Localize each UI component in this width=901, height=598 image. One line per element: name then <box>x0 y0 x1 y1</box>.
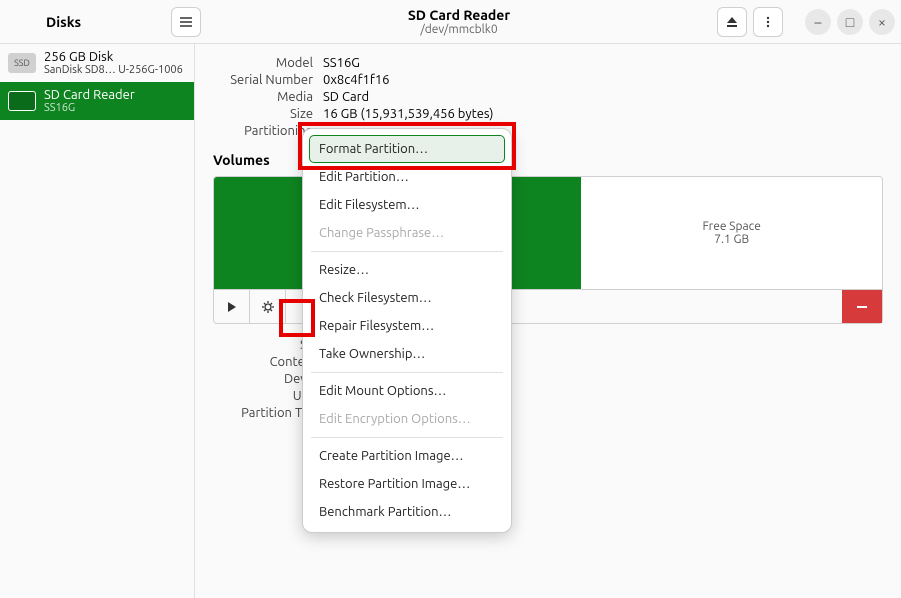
device-title: SD Card Reader <box>201 7 717 23</box>
menu-create-partition-image[interactable]: Create Partition Image… <box>309 442 505 470</box>
ssd-icon: SSD <box>8 53 36 73</box>
menu-format-partition[interactable]: Format Partition… <box>309 135 505 163</box>
kebab-button[interactable] <box>753 7 783 37</box>
sidebar-item-title: SD Card Reader <box>44 88 135 102</box>
sidebar: SSD 256 GB Disk SanDisk SD8… U-256G-1006… <box>0 44 195 598</box>
free-space-size: 7.1 GB <box>714 233 749 246</box>
value-model: SS16G <box>323 56 883 70</box>
sidebar-item-title: 256 GB Disk <box>44 50 183 64</box>
menu-edit-partition[interactable]: Edit Partition… <box>309 163 505 191</box>
volume-free-space[interactable]: Free Space 7.1 GB <box>581 177 882 289</box>
remove-partition-button[interactable] <box>842 290 882 323</box>
titlebar: Disks SD Card Reader /dev/mmcblk0 – □ × <box>0 0 901 44</box>
play-button[interactable] <box>214 290 250 323</box>
label-media: Media <box>213 90 313 104</box>
value-serial: 0x8c4f1f16 <box>323 73 883 87</box>
menu-separator <box>311 372 503 373</box>
label-model: Model <box>213 56 313 70</box>
menu-resize[interactable]: Resize… <box>309 256 505 284</box>
label-partitioning: Partitioning <box>213 124 313 138</box>
gear-button[interactable] <box>250 290 286 323</box>
free-space-label: Free Space <box>703 220 761 233</box>
minimize-button[interactable]: – <box>805 9 831 35</box>
value-size: 16 GB (15,931,539,456 bytes) <box>323 107 883 121</box>
menu-take-ownership[interactable]: Take Ownership… <box>309 340 505 368</box>
menu-separator <box>311 437 503 438</box>
sdcard-icon <box>8 91 36 111</box>
label-size: Size <box>213 107 313 121</box>
menu-benchmark-partition[interactable]: Benchmark Partition… <box>309 498 505 526</box>
menu-edit-mount-options[interactable]: Edit Mount Options… <box>309 377 505 405</box>
menu-edit-encryption-options: Edit Encryption Options… <box>309 405 505 433</box>
sidebar-item-disk[interactable]: SSD 256 GB Disk SanDisk SD8… U-256G-1006 <box>0 44 194 82</box>
content-pane: Model SS16G Serial Number 0x8c4f1f16 Med… <box>195 44 901 598</box>
app-title: Disks <box>46 14 81 30</box>
menu-restore-partition-image[interactable]: Restore Partition Image… <box>309 470 505 498</box>
close-button[interactable]: × <box>869 9 895 35</box>
sidebar-item-sub: SanDisk SD8… U-256G-1006 <box>44 64 183 76</box>
partition-context-menu: Format Partition… Edit Partition… Edit F… <box>302 128 512 533</box>
device-path: /dev/mmcblk0 <box>201 23 717 36</box>
menu-separator <box>311 251 503 252</box>
maximize-button[interactable]: □ <box>837 9 863 35</box>
value-media: SD Card <box>323 90 883 104</box>
sidebar-item-sdcard[interactable]: SD Card Reader SS16G <box>0 82 194 120</box>
menu-edit-filesystem[interactable]: Edit Filesystem… <box>309 191 505 219</box>
label-serial: Serial Number <box>213 73 313 87</box>
menu-change-passphrase: Change Passphrase… <box>309 219 505 247</box>
sidebar-item-sub: SS16G <box>44 102 135 114</box>
eject-button[interactable] <box>717 7 747 37</box>
menu-repair-filesystem[interactable]: Repair Filesystem… <box>309 312 505 340</box>
hamburger-button[interactable] <box>171 7 201 37</box>
menu-check-filesystem[interactable]: Check Filesystem… <box>309 284 505 312</box>
